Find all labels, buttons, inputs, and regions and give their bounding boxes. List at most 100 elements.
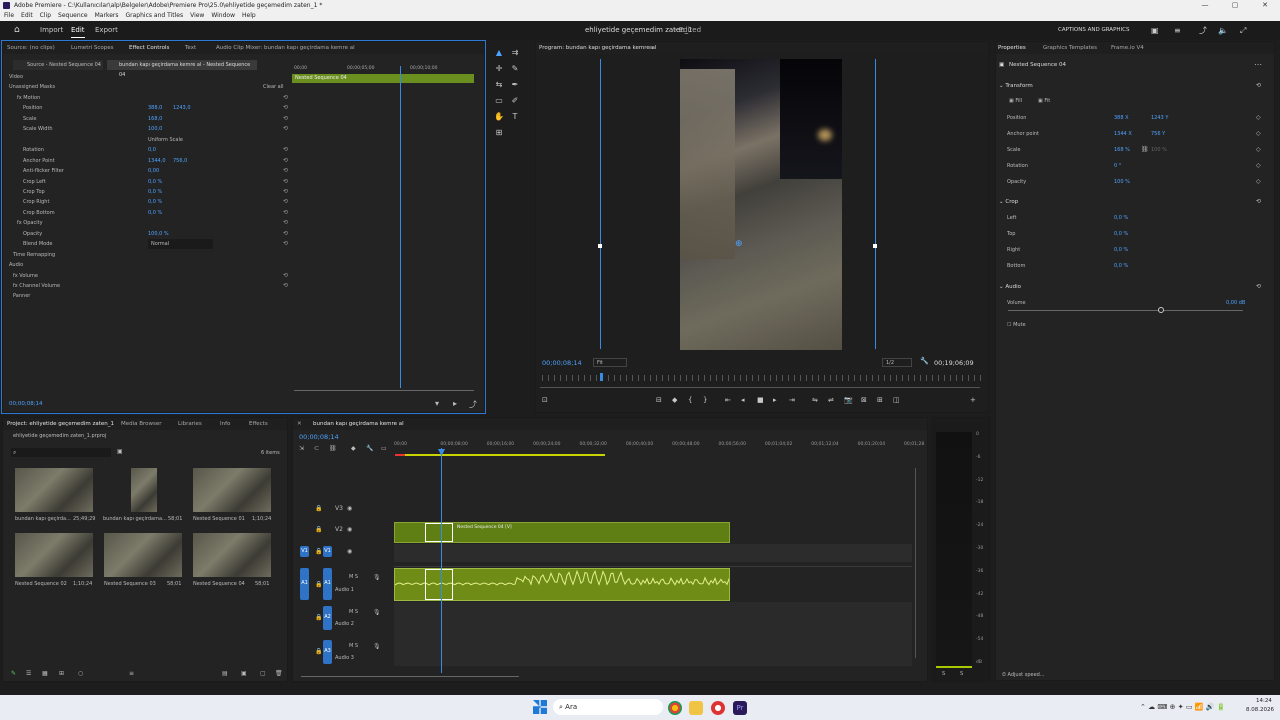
- pencil-icon[interactable]: ✎: [11, 670, 16, 677]
- track-select-icon[interactable]: ⇉: [510, 48, 520, 58]
- eye-icon[interactable]: ◉: [347, 548, 352, 555]
- scale-value[interactable]: 168 %: [1114, 147, 1130, 153]
- crop-left-value[interactable]: 0,0 %: [1114, 215, 1128, 221]
- ec-row-value[interactable]: Normal: [148, 239, 213, 250]
- ec-row-value[interactable]: 0,00: [148, 166, 159, 176]
- anchor-x-value[interactable]: 1344 X: [1114, 131, 1132, 137]
- ec-row[interactable]: Crop Right 0,0 % ⟲: [3, 197, 292, 207]
- mute-checkbox[interactable]: ☐ Mute: [1007, 322, 1026, 328]
- crop-right-value[interactable]: 0,0 %: [1114, 247, 1128, 253]
- track-name-a2[interactable]: A2: [323, 606, 332, 630]
- reset-icon[interactable]: ⟲: [283, 208, 288, 218]
- captions-label[interactable]: CAPTIONS AND GRAPHICS: [1058, 21, 1129, 40]
- zoom-slider-icon[interactable]: ○: [78, 670, 83, 677]
- fullscreen-icon[interactable]: ⤢: [1240, 21, 1246, 40]
- eye-icon[interactable]: ◉: [347, 505, 352, 512]
- tab-effect-controls[interactable]: Effect Controls: [129, 42, 169, 54]
- volume-slider-thumb[interactable]: [1158, 307, 1164, 313]
- automate-icon[interactable]: ▤: [222, 670, 228, 677]
- audio-section[interactable]: ⌄ Audio: [999, 284, 1021, 290]
- reset-icon[interactable]: ⟲: [283, 156, 288, 166]
- menu-view[interactable]: View: [190, 11, 204, 21]
- ec-row-value[interactable]: 1344,0: [148, 156, 166, 166]
- hand-icon[interactable]: ✋: [494, 112, 504, 122]
- reset-icon[interactable]: ⟲: [283, 271, 288, 281]
- tab-import[interactable]: Import: [40, 21, 63, 40]
- ec-row[interactable]: Scale Width 100,0 ⟲: [3, 124, 292, 134]
- windows-start-icon[interactable]: [533, 700, 547, 714]
- export-frame-icon[interactable]: ⤴: [469, 399, 477, 410]
- fit-dropdown[interactable]: Fit: [593, 358, 627, 367]
- icon-view-icon[interactable]: ▦: [42, 670, 48, 677]
- opacity-value[interactable]: 100 %: [1114, 179, 1130, 185]
- reset-icon[interactable]: ⟲: [283, 103, 288, 113]
- ec-zoom-bar[interactable]: [294, 390, 474, 391]
- source-patch-v1[interactable]: V1: [300, 546, 309, 557]
- ec-row-value[interactable]: 0,0 %: [148, 208, 162, 218]
- reset-icon[interactable]: ⟲: [283, 239, 288, 249]
- video-frame[interactable]: ⊕: [680, 59, 842, 350]
- volume-value[interactable]: 0,00 dB: [1226, 300, 1245, 306]
- settings-wrench-icon[interactable]: 🔧: [920, 357, 929, 365]
- ec-row[interactable]: Anchor Point 1344,0 756,0 ⟲: [3, 156, 292, 166]
- ec-row-value[interactable]: 0,0 %: [148, 177, 162, 187]
- timeline-timecode[interactable]: 00;00;08;14: [299, 433, 339, 441]
- ripple-edit-icon[interactable]: ✛: [494, 64, 504, 74]
- lock-icon[interactable]: 🔒: [315, 614, 322, 621]
- ec-row[interactable]: Video: [3, 72, 292, 82]
- volume-slider-track[interactable]: [1008, 310, 1243, 311]
- opacity-keyframe-icon[interactable]: ◇: [1256, 178, 1261, 185]
- transform-bound-right[interactable]: [875, 59, 876, 349]
- tray-icons[interactable]: ⌃ ☁ ⌨ ⊕ ✦ ▭ 📶 🔊 🔋: [1140, 703, 1225, 711]
- camera-icon[interactable]: 📷: [844, 396, 853, 404]
- tab-graphics-templates[interactable]: Graphics Templates: [1043, 42, 1097, 54]
- linked-selection-icon[interactable]: ⛓: [329, 445, 337, 452]
- project-thumb-4[interactable]: [15, 533, 93, 577]
- position-keyframe-icon[interactable]: ◇: [1256, 114, 1261, 121]
- add-marker-icon[interactable]: ◆: [351, 445, 356, 452]
- ec-playhead[interactable]: [400, 66, 401, 388]
- project-thumb-1[interactable]: [15, 468, 93, 512]
- tab-frameio[interactable]: Frame.io V4: [1111, 42, 1144, 54]
- tab-project[interactable]: Project: ehliyetide geçemedim zaten_1: [7, 418, 114, 430]
- ec-row[interactable]: Unassigned Masks Clear all: [3, 82, 292, 92]
- ec-timecode[interactable]: 00;00;08;14: [9, 401, 43, 407]
- selected-clip-segment[interactable]: [425, 523, 453, 542]
- ec-row[interactable]: fx Volume ⟲: [3, 271, 292, 281]
- project-thumb-5[interactable]: [104, 533, 182, 577]
- trim-icon[interactable]: ⊞: [877, 396, 883, 404]
- mark-in-icon[interactable]: {: [688, 396, 692, 404]
- ec-row[interactable]: Position 388,0 1243,0 ⟲: [3, 103, 292, 113]
- ec-row[interactable]: fx Channel Volume ⟲: [3, 281, 292, 291]
- crop-section[interactable]: ⌄ Crop: [999, 199, 1018, 205]
- program-zoom-bar[interactable]: [540, 387, 980, 388]
- reset-icon[interactable]: ⟲: [283, 229, 288, 239]
- ec-row[interactable]: Blend Mode Normal ⟲: [3, 239, 292, 250]
- transform-handle-left[interactable]: [598, 244, 602, 248]
- list-view-icon[interactable]: ☰: [26, 670, 31, 677]
- resolution-dropdown[interactable]: 1/2: [882, 358, 912, 367]
- browser-icon[interactable]: [711, 701, 725, 715]
- vr-icon[interactable]: ◫: [893, 396, 900, 404]
- tab-export[interactable]: Export: [95, 21, 118, 40]
- scale-keyframe-icon[interactable]: ◇: [1256, 146, 1261, 153]
- project-thumb-2[interactable]: [131, 468, 157, 512]
- transform-reset-icon[interactable]: ⟲: [1256, 82, 1261, 89]
- ec-row-value2[interactable]: 756,0: [173, 156, 187, 166]
- clip-selector[interactable]: bundan kapı geçirdama kemre al - Nested …: [107, 60, 257, 78]
- solo-right[interactable]: S: [960, 671, 963, 677]
- tab-info[interactable]: Info: [220, 418, 230, 430]
- tab-libraries[interactable]: Libraries: [178, 418, 202, 430]
- captions-tool-icon[interactable]: ⊞: [494, 128, 504, 138]
- crop-reset-icon[interactable]: ⟲: [1256, 198, 1261, 205]
- project-thumb-6[interactable]: [193, 533, 271, 577]
- slip-icon[interactable]: ⇆: [494, 80, 504, 90]
- minimize-button[interactable]: —: [1190, 0, 1220, 11]
- position-y-value[interactable]: 1243 Y: [1151, 115, 1168, 121]
- lock-icon[interactable]: 🔒: [315, 505, 322, 512]
- lock-icon[interactable]: 🔒: [315, 581, 322, 588]
- trash-icon[interactable]: 🗑: [275, 670, 283, 677]
- properties-more-icon[interactable]: ⋯: [1254, 60, 1262, 69]
- timeline-ruler[interactable]: 00;00 00;00;08;00 00;00;16;00 00;00;24;00 00…: [394, 442, 924, 452]
- crop-bottom-value[interactable]: 0,0 %: [1114, 263, 1128, 269]
